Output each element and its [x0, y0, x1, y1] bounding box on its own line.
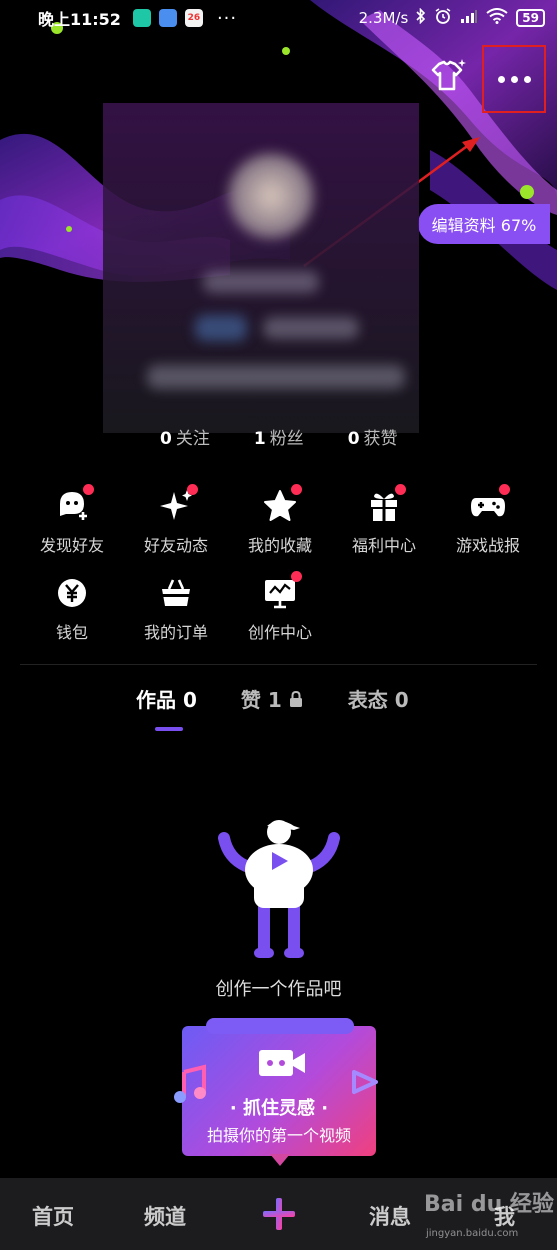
feature-welfare-center[interactable]: 福利中心	[332, 484, 436, 556]
empty-state-text: 创作一个作品吧	[215, 979, 342, 1000]
gift-icon	[364, 484, 406, 526]
profile-stats: 0 关注 1 粉丝 0 获赞	[160, 424, 398, 449]
battery-indicator: 59	[516, 9, 545, 27]
shoot-first-video-card[interactable]: · 抓住灵感 · 拍摄你的第一个视频	[182, 1018, 376, 1166]
status-time: 晚上11:52	[38, 10, 121, 29]
feature-creator-center[interactable]: 创作中心	[228, 571, 332, 643]
wifi-icon	[486, 8, 508, 28]
feature-my-orders[interactable]: 我的订单	[124, 573, 228, 643]
find-friends-icon	[52, 484, 94, 526]
network-speed: 2.3M/s	[358, 9, 409, 27]
stat-following[interactable]: 0 关注	[160, 424, 210, 449]
play-triangle-icon	[352, 1070, 378, 1094]
star-icon	[260, 484, 302, 526]
feature-friend-feed[interactable]: 好友动态	[124, 484, 228, 556]
create-plus-icon[interactable]	[261, 1196, 297, 1232]
alarm-icon	[434, 7, 452, 29]
baidu-watermark: Bai du 经验	[424, 1192, 554, 1217]
stat-followers[interactable]: 1 粉丝	[254, 424, 304, 449]
baidu-watermark-url: jingyan.baidu.com	[426, 1228, 519, 1239]
profile-info-blurred	[103, 103, 419, 433]
promo-subtitle: 拍摄你的第一个视频	[206, 1126, 351, 1145]
promo-title: · 抓住灵感 ·	[229, 1098, 329, 1119]
basket-icon	[156, 573, 196, 613]
more-dot-icon	[497, 75, 505, 83]
calendar-app-icon: 26	[184, 9, 203, 27]
id-blurred	[263, 317, 359, 339]
tab-active-indicator	[155, 727, 183, 731]
username-blurred	[203, 271, 319, 293]
badge-blurred	[195, 315, 247, 341]
tab-reactions[interactable]: 表态 0	[348, 684, 409, 713]
tab-likes[interactable]: 赞 1	[241, 684, 304, 713]
section-divider	[20, 664, 537, 665]
signal-icon	[460, 8, 478, 28]
status-bar: 晚上11:52 26 ··· 2.3M/s 59	[0, 0, 557, 36]
nav-channel[interactable]: 频道	[144, 1201, 186, 1231]
avatar	[228, 153, 314, 239]
clock-app-icon	[158, 9, 177, 27]
gamepad-icon	[468, 484, 510, 526]
more-dot-icon	[523, 75, 531, 83]
edit-profile-button[interactable]: 编辑资料 67%	[418, 204, 550, 244]
more-menu-button[interactable]	[482, 45, 546, 113]
wallet-yen-icon	[52, 573, 92, 613]
music-note-icon	[174, 1064, 206, 1103]
outfit-button[interactable]	[428, 58, 468, 94]
video-camera-icon	[259, 1050, 305, 1076]
content-tabs: 作品 0 赞 1 表态 0	[136, 684, 409, 713]
promo-tail	[270, 1154, 290, 1166]
message-app-icon	[132, 9, 151, 27]
nav-home[interactable]: 首页	[32, 1201, 74, 1231]
empty-state-illustration	[218, 820, 340, 958]
feature-favorites[interactable]: 我的收藏	[228, 484, 332, 556]
sparkle-icon	[156, 484, 198, 526]
feature-wallet[interactable]: 钱包	[20, 573, 124, 643]
tshirt-sparkle-icon	[431, 59, 466, 91]
bluetooth-icon	[416, 7, 426, 28]
feature-find-friends[interactable]: 发现好友	[20, 484, 124, 556]
creator-monitor-icon	[260, 571, 302, 613]
bio-blurred	[147, 365, 405, 389]
tab-works[interactable]: 作品 0	[136, 684, 197, 713]
more-dot-icon	[510, 75, 518, 83]
stat-likes[interactable]: 0 获赞	[348, 424, 398, 449]
lock-icon	[289, 690, 302, 707]
nav-messages[interactable]: 消息	[369, 1201, 411, 1231]
more-notifications-icon: ···	[216, 7, 238, 29]
feature-game-report[interactable]: 游戏战报	[436, 484, 540, 556]
promo-bubble	[206, 1018, 354, 1034]
